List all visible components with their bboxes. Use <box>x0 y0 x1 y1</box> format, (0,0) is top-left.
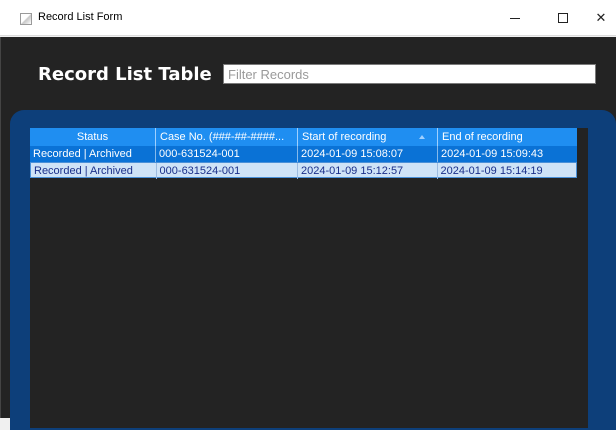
cell-end: 2024-01-09 15:09:43 <box>441 148 544 160</box>
table-row[interactable]: Recorded | Archived 000-631524-001 2024-… <box>30 146 577 162</box>
close-button[interactable]: ✕ <box>586 0 616 36</box>
cell-status: Recorded | Archived <box>30 146 156 162</box>
sort-ascending-icon <box>419 135 425 139</box>
cell-status: Recorded | Archived <box>31 163 157 179</box>
maximize-icon <box>558 13 568 23</box>
cell-case-no: 000-631524-001 <box>156 146 298 162</box>
cell-end: 2024-01-09 15:14:19 <box>440 165 543 177</box>
minimize-button[interactable] <box>492 0 538 36</box>
cell-start: 2024-01-09 15:08:07 <box>298 146 438 162</box>
cell-start: 2024-01-09 15:12:57 <box>298 163 438 179</box>
app-body: Record List Table Status Case No. (###-#… <box>0 37 616 430</box>
close-icon: ✕ <box>595 10 607 26</box>
column-header-label: Start of recording <box>302 131 387 143</box>
column-header-label: End of recording <box>442 131 523 143</box>
column-header-label: Status <box>76 131 109 143</box>
minimize-icon <box>510 17 520 19</box>
column-header-end[interactable]: End of recording <box>438 128 577 146</box>
column-header-case-no[interactable]: Case No. (###-##-####... <box>156 128 298 146</box>
window-titlebar[interactable]: Record List Form ✕ <box>0 0 616 36</box>
page-title: Record List Table <box>38 64 212 85</box>
table-row[interactable]: Recorded | Archived 000-631524-001 2024-… <box>30 162 577 179</box>
table-header: Status Case No. (###-##-####... Start of… <box>30 128 577 146</box>
app-icon <box>20 13 32 25</box>
column-header-status[interactable]: Status <box>30 128 156 146</box>
filter-records-input[interactable] <box>223 64 596 84</box>
column-header-label: Case No. (###-##-####... <box>160 131 285 143</box>
maximize-button[interactable] <box>540 0 586 36</box>
column-header-start[interactable]: Start of recording <box>298 128 438 146</box>
cell-case-no: 000-631524-001 <box>157 163 299 179</box>
window-title: Record List Form <box>38 11 123 23</box>
window-border <box>0 37 1 418</box>
record-list-table[interactable]: Status Case No. (###-##-####... Start of… <box>30 128 588 428</box>
